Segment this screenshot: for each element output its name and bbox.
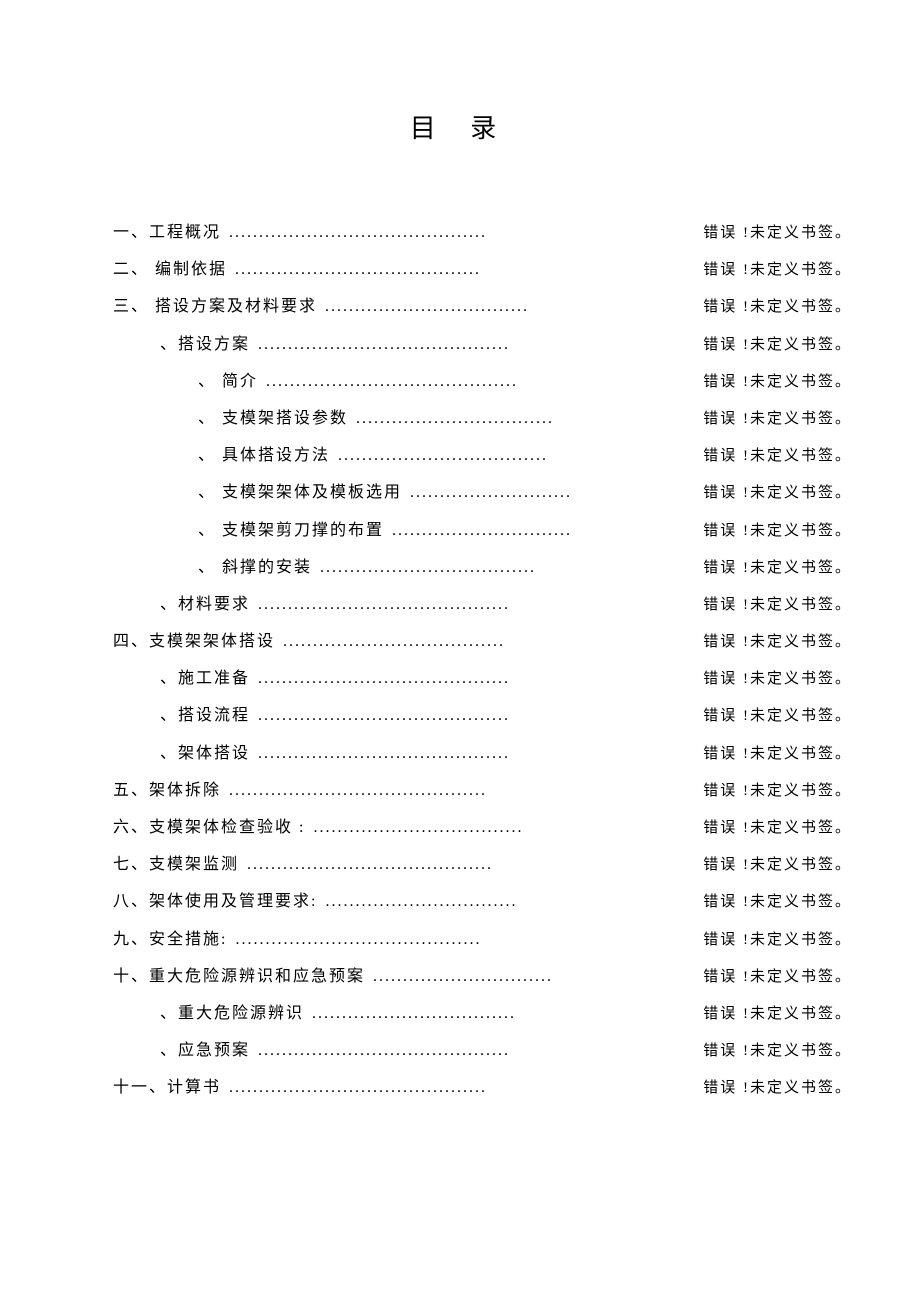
toc-error-text: 错误 !未定义书签。	[703, 373, 852, 391]
toc-leader-dots: ........................................…	[258, 744, 510, 763]
toc-entry: 、 支模架剪刀撑的布置.............................…	[113, 521, 852, 540]
toc-entry-label: 八、架体使用及管理要求:	[113, 892, 317, 911]
toc-leader-dots: ....................................	[320, 558, 536, 577]
toc-leader-dots: ..............................	[392, 521, 572, 540]
toc-entry: 、架体搭设...................................…	[113, 744, 852, 763]
toc-error-text: 错误 !未定义书签。	[703, 1042, 852, 1060]
toc-entry: 、搭设方案...................................…	[113, 335, 852, 354]
toc-entry-label: 、 支模架架体及模板选用	[198, 483, 402, 502]
toc-entry-label: 、 简介	[198, 372, 258, 391]
toc-error-text: 错误 !未定义书签。	[703, 968, 852, 986]
toc-error-text: 错误 !未定义书签。	[703, 819, 852, 837]
toc-error-text: 错误 !未定义书签。	[703, 447, 852, 465]
toc-leader-dots: ........................................…	[258, 706, 510, 725]
toc-error-text: 错误 !未定义书签。	[703, 224, 852, 242]
table-of-contents: 一、工程概况..................................…	[0, 223, 920, 1098]
toc-entry-label: 、 具体搭设方法	[198, 446, 330, 465]
toc-leader-dots: ........................................…	[247, 855, 493, 874]
toc-error-text: 错误 !未定义书签。	[703, 633, 852, 651]
toc-entry: 、应急预案...................................…	[113, 1041, 852, 1060]
toc-entry: 七、支模架监测.................................…	[113, 855, 852, 874]
toc-leader-dots: ...........................	[410, 483, 572, 502]
toc-entry-label: 、 支模架剪刀撑的布置	[198, 521, 384, 540]
toc-leader-dots: ........................................…	[235, 260, 481, 279]
toc-error-text: 错误 !未定义书签。	[703, 856, 852, 874]
toc-error-text: 错误 !未定义书签。	[703, 336, 852, 354]
toc-entry-label: 四、支模架架体搭设	[113, 632, 275, 651]
toc-leader-dots: ........................................…	[258, 1041, 510, 1060]
toc-leader-dots: .....................................	[283, 632, 505, 651]
toc-entry-label: 、重大危险源辨识	[160, 1004, 304, 1023]
toc-entry: 、材料要求...................................…	[113, 595, 852, 614]
toc-leader-dots: ...................................	[338, 446, 548, 465]
toc-entry: 八、架体使用及管理要求:............................…	[113, 892, 852, 911]
toc-entry-label: 七、支模架监测	[113, 855, 239, 874]
toc-error-text: 错误 !未定义书签。	[703, 707, 852, 725]
toc-entry-label: 十一、计算书	[113, 1078, 221, 1097]
toc-entry: 、搭设流程...................................…	[113, 706, 852, 725]
toc-entry: 、 斜撑的安装.................................…	[113, 558, 852, 577]
toc-leader-dots: ........................................…	[229, 223, 487, 242]
toc-entry-label: 、应急预案	[160, 1041, 250, 1060]
toc-error-text: 错误 !未定义书签。	[703, 410, 852, 428]
toc-entry-label: 一、工程概况	[113, 223, 221, 242]
toc-entry-label: 、材料要求	[160, 595, 250, 614]
toc-entry-label: 、 支模架搭设参数	[198, 409, 348, 428]
page-title: 目 录	[0, 108, 920, 145]
toc-entry: 三、 搭设方案及材料要求............................…	[113, 297, 852, 316]
toc-leader-dots: ........................................…	[258, 335, 510, 354]
toc-error-text: 错误 !未定义书签。	[703, 298, 852, 316]
toc-entry: 、 支模架架体及模板选用........................... 错…	[113, 483, 852, 502]
toc-entry: 十、重大危险源辨识和应急预案..........................…	[113, 967, 852, 986]
toc-entry: 四、支模架架体搭设...............................…	[113, 632, 852, 651]
toc-error-text: 错误 !未定义书签。	[703, 670, 852, 688]
toc-entry-label: 、施工准备	[160, 669, 250, 688]
toc-entry-label: 、搭设方案	[160, 335, 250, 354]
toc-entry: 五、架体拆除..................................…	[113, 781, 852, 800]
toc-leader-dots: ..................................	[325, 297, 529, 316]
toc-leader-dots: ........................................…	[229, 1078, 487, 1097]
toc-entry-label: 五、架体拆除	[113, 781, 221, 800]
toc-error-text: 错误 !未定义书签。	[703, 261, 852, 279]
toc-leader-dots: ........................................…	[229, 781, 487, 800]
toc-error-text: 错误 !未定义书签。	[703, 745, 852, 763]
toc-leader-dots: ........................................…	[258, 669, 510, 688]
toc-entry: 二、 编制依据.................................…	[113, 260, 852, 279]
toc-leader-dots: ................................	[325, 892, 517, 911]
toc-error-text: 错误 !未定义书签。	[703, 559, 852, 577]
toc-leader-dots: ..............................	[373, 967, 553, 986]
toc-entry-label: 三、 搭设方案及材料要求	[113, 297, 317, 316]
toc-error-text: 错误 !未定义书签。	[703, 484, 852, 502]
toc-entry-label: 六、支模架体检查验收 :	[113, 818, 305, 837]
toc-error-text: 错误 !未定义书签。	[703, 522, 852, 540]
toc-leader-dots: ...................................	[313, 818, 523, 837]
toc-entry: 、重大危险源辨识................................…	[113, 1004, 852, 1023]
toc-leader-dots: ........................................…	[235, 930, 481, 949]
toc-leader-dots: .................................	[356, 409, 554, 428]
toc-leader-dots: ........................................…	[258, 595, 510, 614]
toc-leader-dots: ..................................	[312, 1004, 516, 1023]
toc-entry-label: 九、安全措施:	[113, 930, 227, 949]
toc-entry: 九、安全措施:.................................…	[113, 930, 852, 949]
toc-entry: 、施工准备...................................…	[113, 669, 852, 688]
toc-entry: 六、支模架体检查验收 :............................…	[113, 818, 852, 837]
toc-entry-label: 十、重大危险源辨识和应急预案	[113, 967, 365, 986]
toc-entry: 、 简介....................................…	[113, 372, 852, 391]
toc-error-text: 错误 !未定义书签。	[703, 782, 852, 800]
toc-error-text: 错误 !未定义书签。	[703, 596, 852, 614]
toc-leader-dots: ........................................…	[266, 372, 518, 391]
toc-error-text: 错误 !未定义书签。	[703, 931, 852, 949]
toc-entry: 十一、计算书..................................…	[113, 1078, 852, 1097]
toc-entry-label: 、架体搭设	[160, 744, 250, 763]
toc-error-text: 错误 !未定义书签。	[703, 1005, 852, 1023]
toc-entry: 、 具体搭设方法................................…	[113, 446, 852, 465]
toc-entry: 、 支模架搭设参数...............................…	[113, 409, 852, 428]
toc-entry-label: 、 斜撑的安装	[198, 558, 312, 577]
toc-error-text: 错误 !未定义书签。	[703, 1079, 852, 1097]
toc-entry: 一、工程概况..................................…	[113, 223, 852, 242]
toc-entry-label: 二、 编制依据	[113, 260, 227, 279]
toc-error-text: 错误 !未定义书签。	[703, 893, 852, 911]
toc-entry-label: 、搭设流程	[160, 706, 250, 725]
